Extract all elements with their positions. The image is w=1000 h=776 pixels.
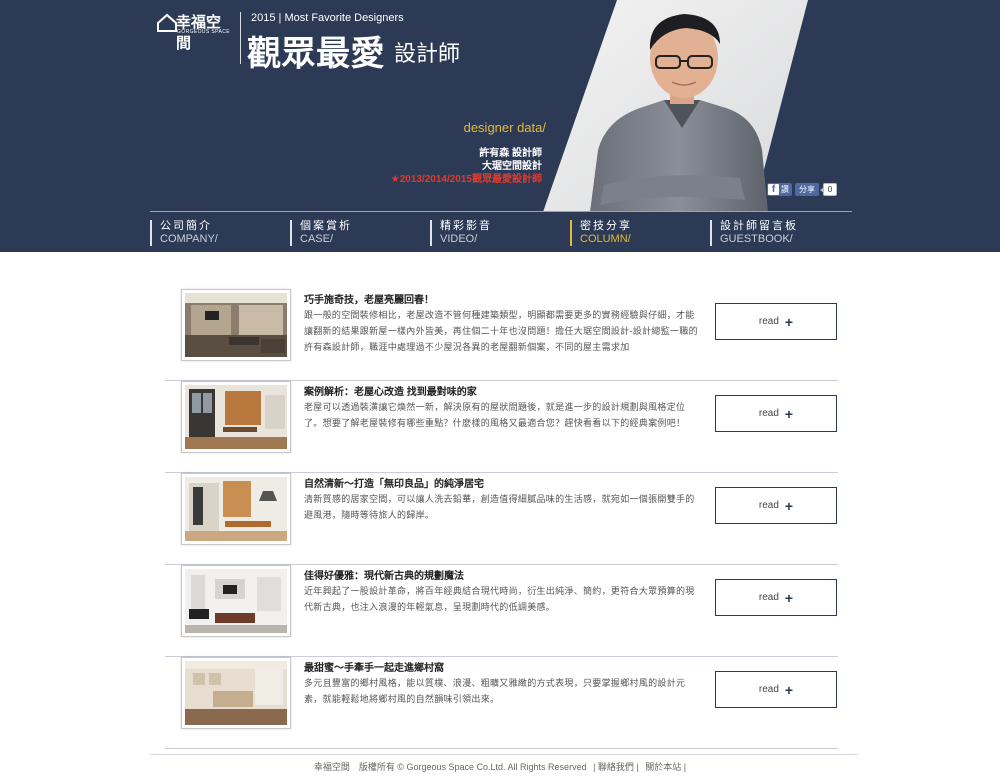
plus-icon: + <box>784 405 794 422</box>
read-more-label: read <box>758 592 779 603</box>
share-count: 0 <box>820 182 837 196</box>
article-thumbnail[interactable] <box>181 381 291 453</box>
designer-award: ★2013/2014/2015觀眾最愛設計師 <box>390 174 542 185</box>
facebook-like-button[interactable]: f 讚 <box>767 182 792 196</box>
read-more-button[interactable]: read + <box>715 487 837 524</box>
living-room-photo <box>185 293 287 357</box>
nav-label-zh: 精彩影音 <box>440 220 492 232</box>
footer-contact-link[interactable]: | 聯絡我們 | <box>593 762 639 772</box>
read-more-label: read <box>758 684 779 695</box>
site-logo[interactable]: 幸福空間 GORGEOUS SPACE <box>156 11 232 52</box>
read-more-button[interactable]: read + <box>715 395 837 432</box>
read-more-label: read <box>758 316 779 327</box>
article-thumbnail[interactable] <box>181 473 291 545</box>
nav-label-en: COLUMN/ <box>580 233 631 245</box>
read-more-button[interactable]: read + <box>715 303 837 340</box>
article-item: 佳得好優雅：現代新古典的規劃魔法 近年興起了一股設計革命，將百年經典結合現代時尚… <box>165 565 838 657</box>
plus-icon: + <box>784 313 794 330</box>
read-more-button[interactable]: read + <box>715 579 837 616</box>
title-year-line: 2015 | Most Favorite Designers <box>251 12 404 24</box>
article-item: 最甜蜜～手牽手一起走進鄉村窩 多元且豐富的鄉村風格，能以質樸、浪漫、粗曠又雅緻的… <box>165 657 838 749</box>
muji-style-photo <box>185 477 287 541</box>
page-header: 幸福空間 GORGEOUS SPACE 2015 | Most Favorite… <box>0 0 1000 252</box>
nav-label-zh: 設計師留言板 <box>720 220 798 232</box>
footer-about-link[interactable]: 關於本站 | <box>645 762 686 772</box>
article-item: 案例解析：老屋心改造 找到最對味的家 老屋可以透過裝潢讓它煥然一新，解決原有的屋… <box>165 381 838 473</box>
article-item: 自然清新～打造「無印良品」的純淨居宅 清新質感的居家空間，可以讓人洗去鉛華，創造… <box>165 473 838 565</box>
article-excerpt: 跟一般的空間裝修相比，老屋改造不管何種建築類型，明顯都需要更多的實務經驗與仔細，… <box>304 310 698 352</box>
house-logo-icon <box>157 13 177 32</box>
read-more-button[interactable]: read + <box>715 671 837 708</box>
nav-divider <box>150 211 852 212</box>
article-title[interactable]: 自然清新～打造「無印良品」的純淨居宅 <box>304 475 484 490</box>
nav-label-en: VIDEO/ <box>440 233 478 245</box>
footer-divider <box>150 754 858 755</box>
nav-label-en: CASE/ <box>300 233 334 245</box>
plus-icon: + <box>784 589 794 606</box>
nav-label-en: GUESTBOOK/ <box>720 233 793 245</box>
plus-icon: + <box>784 681 794 698</box>
footer-copyright: 幸福空間 版權所有 © Gorgeous Space Co.Ltd. All R… <box>313 762 587 772</box>
page-title: 觀眾最愛 <box>247 35 385 73</box>
nav-item-guestbook[interactable]: 設計師留言板 GUESTBOOK/ <box>710 220 798 246</box>
dining-room-photo <box>185 385 287 449</box>
nav-item-video[interactable]: 精彩影音 VIDEO/ <box>430 220 492 246</box>
article-excerpt: 多元且豐富的鄉村風格，能以質樸、浪漫、粗曠又雅緻的方式表現，只要掌握鄉村風的設計… <box>304 678 686 704</box>
article-thumbnail[interactable] <box>181 565 291 637</box>
article-thumbnail[interactable] <box>181 657 291 729</box>
title-divider <box>240 12 241 64</box>
nav-label-zh: 密技分享 <box>580 220 632 232</box>
page-footer: 幸福空間 版權所有 © Gorgeous Space Co.Ltd. All R… <box>0 760 1000 773</box>
page-title-sub: 設計師 <box>394 41 461 66</box>
article-excerpt: 清新質感的居家空間，可以讓人洗去鉛華，創造值得細膩品味的生活感，就宛如一個張開雙… <box>304 494 695 520</box>
nav-item-company[interactable]: 公司簡介 COMPANY/ <box>150 220 218 246</box>
designer-data-label: designer data/ <box>463 120 546 135</box>
logo-subtext: GORGEOUS SPACE <box>177 29 231 35</box>
article-item: 巧手施奇技，老屋亮麗回春！ 跟一般的空間裝修相比，老屋改造不管何種建築類型，明顯… <box>165 289 838 381</box>
article-excerpt: 老屋可以透過裝潢讓它煥然一新，解決原有的屋狀問題後，就是進一步的設計規劃與風格定… <box>304 402 686 428</box>
neoclassic-room-photo <box>185 569 287 633</box>
article-title[interactable]: 最甜蜜～手牽手一起走進鄉村窩 <box>304 659 444 674</box>
article-title[interactable]: 案例解析：老屋心改造 找到最對味的家 <box>304 383 477 398</box>
article-excerpt: 近年興起了一股設計革命，將百年經典結合現代時尚，衍生出純淨、簡約，更符合大眾預算… <box>304 586 695 612</box>
read-more-label: read <box>758 500 779 511</box>
facebook-icon: f <box>768 183 779 195</box>
article-title[interactable]: 佳得好優雅：現代新古典的規劃魔法 <box>304 567 464 582</box>
nav-item-column[interactable]: 密技分享 COLUMN/ <box>570 220 632 246</box>
facebook-share-button[interactable]: 分享 <box>795 182 819 196</box>
country-style-photo <box>185 661 287 725</box>
social-share: f 讚 分享 0 <box>767 182 837 196</box>
nav-label-zh: 公司簡介 <box>160 220 212 232</box>
nav-item-case[interactable]: 個案賞析 CASE/ <box>290 220 352 246</box>
nav-label-zh: 個案賞析 <box>300 220 352 232</box>
article-divider <box>165 748 838 749</box>
facebook-like-label: 讚 <box>781 184 789 194</box>
article-title[interactable]: 巧手施奇技，老屋亮麗回春！ <box>304 291 434 306</box>
nav-label-en: COMPANY/ <box>160 233 218 245</box>
plus-icon: + <box>784 497 794 514</box>
read-more-label: read <box>758 408 779 419</box>
article-thumbnail[interactable] <box>181 289 291 361</box>
